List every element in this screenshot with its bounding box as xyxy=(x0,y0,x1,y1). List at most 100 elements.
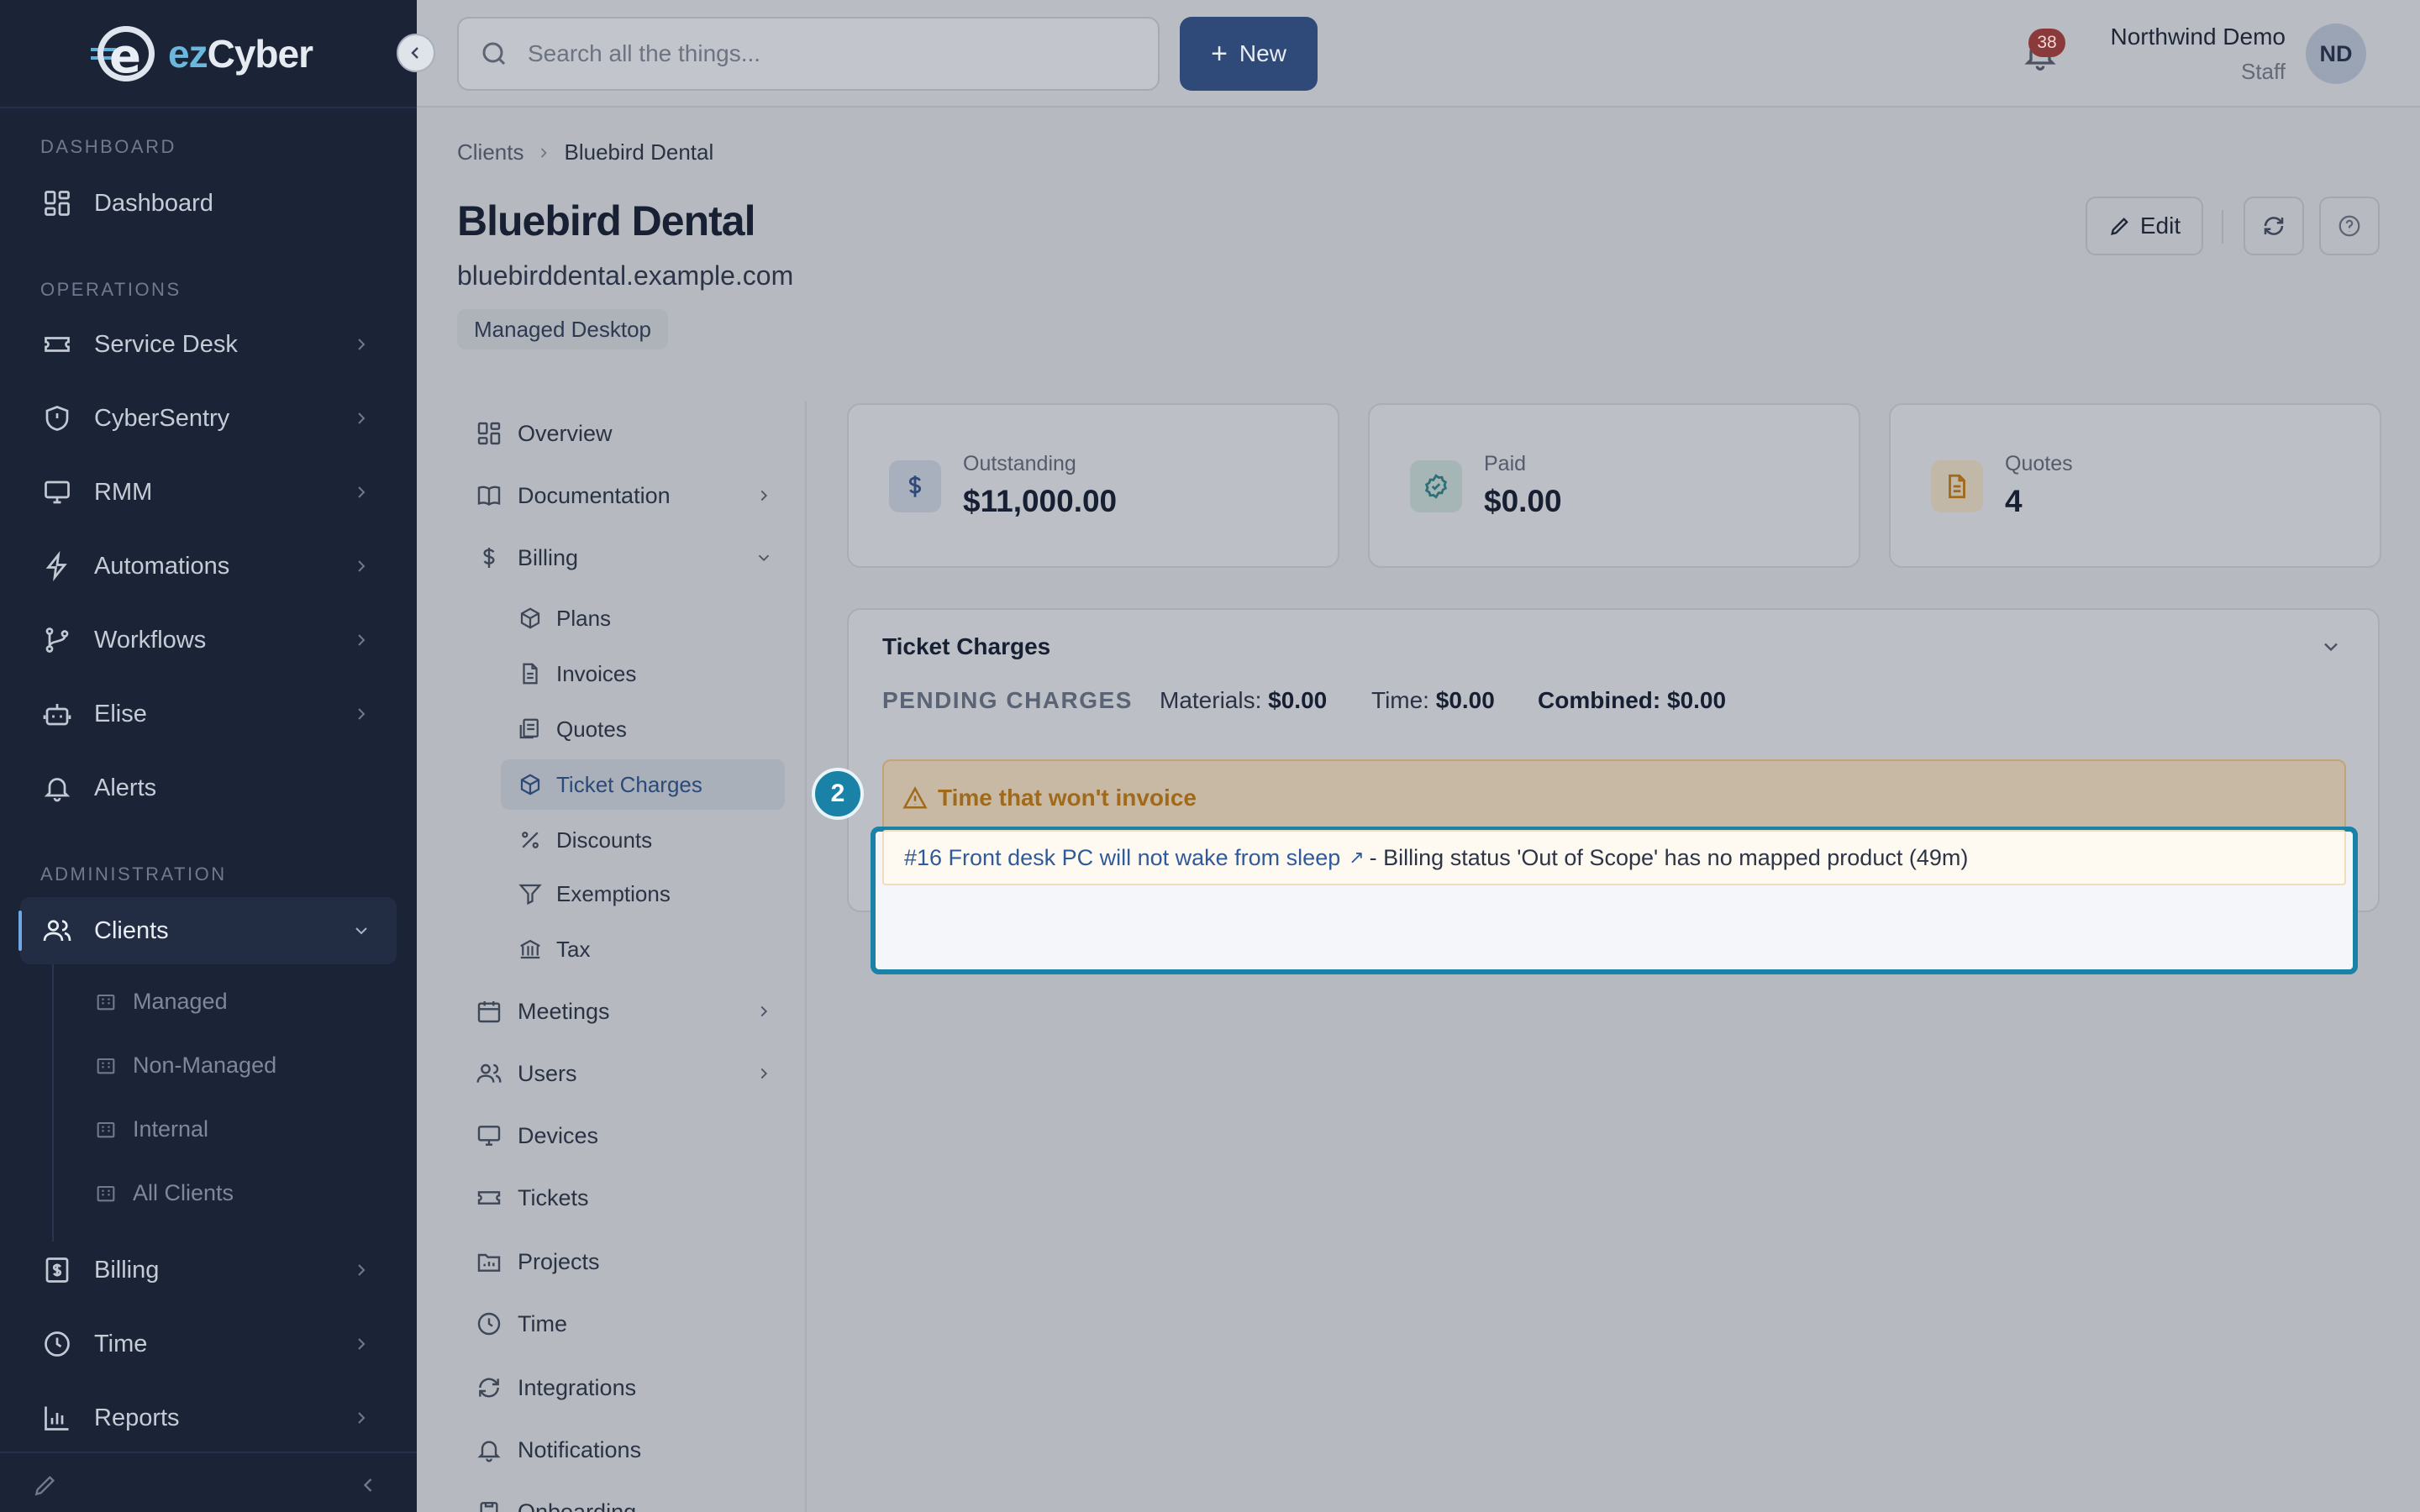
sidebar-sub-managed[interactable]: Managed xyxy=(94,976,228,1026)
sidebar-item-time[interactable]: Time xyxy=(20,1310,397,1378)
sidebar-item-label: Dashboard xyxy=(94,189,213,217)
time-value: $0.00 xyxy=(1435,687,1495,713)
subnav-users[interactable]: Users xyxy=(476,1050,768,1097)
subnav-ticket-charges[interactable]: Ticket Charges xyxy=(501,759,785,810)
sidebar-item-dashboard[interactable]: Dashboard xyxy=(20,170,397,237)
refresh-icon xyxy=(2264,217,2284,235)
sidebar: e ezCyber DASHBOARD Dashboard OPERATIONS… xyxy=(0,0,417,1512)
sidebar-sub-label: Internal xyxy=(133,1116,209,1142)
subnav-label: Documentation xyxy=(518,482,671,508)
sidebar-item-clients[interactable]: Clients xyxy=(18,897,397,964)
sidebar-item-label: Reports xyxy=(94,1404,180,1431)
subnav-meetings[interactable]: Meetings xyxy=(476,988,768,1035)
sidebar-sub-internal[interactable]: Internal xyxy=(94,1104,208,1154)
stat-label: Quotes xyxy=(2005,452,2073,475)
external-link-icon[interactable]: ↗ xyxy=(1349,847,1364,869)
subnav-label: Meetings xyxy=(518,998,610,1024)
sidebar-item-cybersentry[interactable]: CyberSentry xyxy=(20,385,397,452)
package-icon xyxy=(520,774,540,795)
chevron-right-icon xyxy=(358,708,366,720)
subnav-sub-label: Tax xyxy=(556,936,591,962)
sidebar-item-billing[interactable]: Billing xyxy=(20,1236,397,1304)
subnav-devices[interactable]: Devices xyxy=(476,1112,598,1159)
sidebar-item-automations[interactable]: Automations xyxy=(20,533,397,600)
subnav-sub-label: Quotes xyxy=(556,716,627,742)
document-icon xyxy=(1931,460,1983,512)
bank-icon xyxy=(520,939,540,959)
subnav-plans[interactable]: Plans xyxy=(501,593,785,643)
collapse-sidebar-icon[interactable] xyxy=(356,1473,380,1497)
combined-label: Combined: xyxy=(1538,687,1661,713)
sidebar-item-reports[interactable]: Reports xyxy=(20,1384,397,1452)
sidebar-item-label: Clients xyxy=(94,916,169,944)
subnav-label: Billing xyxy=(518,544,579,570)
sidebar-item-elise[interactable]: Elise xyxy=(20,680,397,748)
subnav-label: Integrations xyxy=(518,1374,637,1400)
bar-chart-icon xyxy=(40,1401,74,1435)
chevron-right-icon xyxy=(760,1068,768,1079)
receipt-icon xyxy=(519,718,539,739)
subnav-label: Onboarding xyxy=(518,1499,637,1512)
section-administration: ADMINISTRATION xyxy=(40,864,227,885)
sidebar-sub-non-managed[interactable]: Non-Managed xyxy=(94,1040,276,1090)
monitor-icon xyxy=(477,1126,501,1146)
subnav-tickets[interactable]: Tickets xyxy=(476,1174,589,1221)
clock-icon xyxy=(477,1312,501,1336)
materials-label: Materials: xyxy=(1160,687,1262,713)
warning-title-text: Time that won't invoice xyxy=(938,785,1197,811)
ticket-link[interactable]: #16 Front desk PC will not wake from sle… xyxy=(904,845,1340,871)
percent-icon xyxy=(522,832,539,848)
user-name[interactable]: Northwind Demo xyxy=(2110,24,2286,50)
ticket-charges-title: Ticket Charges xyxy=(882,633,1051,659)
subnav-onboarding[interactable]: Onboarding xyxy=(476,1488,636,1512)
monitor-icon xyxy=(40,475,74,509)
warning-title: Time that won't invoice xyxy=(902,785,1197,811)
subnav-tax[interactable]: Tax xyxy=(501,924,785,974)
collapse-toggle-button[interactable] xyxy=(397,34,435,72)
help-button[interactable] xyxy=(2319,197,2380,255)
chevron-down-icon[interactable] xyxy=(2319,635,2343,659)
pencil-icon[interactable] xyxy=(32,1472,59,1499)
subnav-integrations[interactable]: Integrations xyxy=(476,1364,636,1411)
stat-card-quotes: Quotes 4 xyxy=(1889,403,2381,568)
refresh-button[interactable] xyxy=(2244,197,2304,255)
building-icon xyxy=(97,994,115,1011)
client-domain: bluebirddental.example.com xyxy=(457,260,794,291)
subnav-notifications[interactable]: Notifications xyxy=(476,1426,641,1473)
stat-value: $0.00 xyxy=(1484,484,1562,518)
subnav-overview[interactable]: Overview xyxy=(476,410,613,457)
chevron-down-icon xyxy=(758,554,770,562)
breadcrumb-clients-link[interactable]: Clients xyxy=(457,139,523,165)
dollar-icon xyxy=(483,548,495,568)
sidebar-item-alerts[interactable]: Alerts xyxy=(20,754,397,822)
sidebar-item-service-desk[interactable]: Service Desk xyxy=(20,311,397,378)
clock-icon xyxy=(40,1327,74,1361)
edit-button[interactable]: Edit xyxy=(2086,197,2203,255)
subnav-exemptions[interactable]: Exemptions xyxy=(501,869,785,919)
sidebar-item-workflows[interactable]: Workflows xyxy=(20,606,397,674)
ezcyber-logo[interactable]: e ezCyber xyxy=(91,22,313,86)
subnav-invoices[interactable]: Invoices xyxy=(501,648,785,699)
subnav-discounts[interactable]: Discounts xyxy=(501,815,785,865)
avatar[interactable]: ND xyxy=(2306,24,2366,84)
search-input[interactable]: Search all the things... xyxy=(457,17,1160,91)
chevron-right-icon xyxy=(358,560,366,572)
subnav-quotes[interactable]: Quotes xyxy=(501,704,785,754)
materials-value: $0.00 xyxy=(1268,687,1328,713)
chevron-right-icon xyxy=(760,1005,768,1017)
materials-total: Materials: $0.00 xyxy=(1160,687,1327,714)
building-icon xyxy=(97,1058,115,1074)
subnav-documentation[interactable]: Documentation xyxy=(476,472,768,519)
search-icon xyxy=(482,42,506,66)
sidebar-item-rmm[interactable]: RMM xyxy=(20,459,397,526)
subnav-divider xyxy=(805,402,807,1512)
folder-chart-icon xyxy=(477,1253,501,1272)
subnav-projects[interactable]: Projects xyxy=(476,1238,600,1285)
sidebar-sub-all-clients[interactable]: All Clients xyxy=(94,1168,234,1218)
subnav-time[interactable]: Time xyxy=(476,1300,567,1347)
sidebar-item-label: Automations xyxy=(94,552,230,580)
subnav-billing[interactable]: Billing xyxy=(476,534,770,581)
calendar-icon xyxy=(477,1001,501,1023)
new-button[interactable]: + New xyxy=(1180,17,1318,91)
plan-tag: Managed Desktop xyxy=(457,309,669,349)
